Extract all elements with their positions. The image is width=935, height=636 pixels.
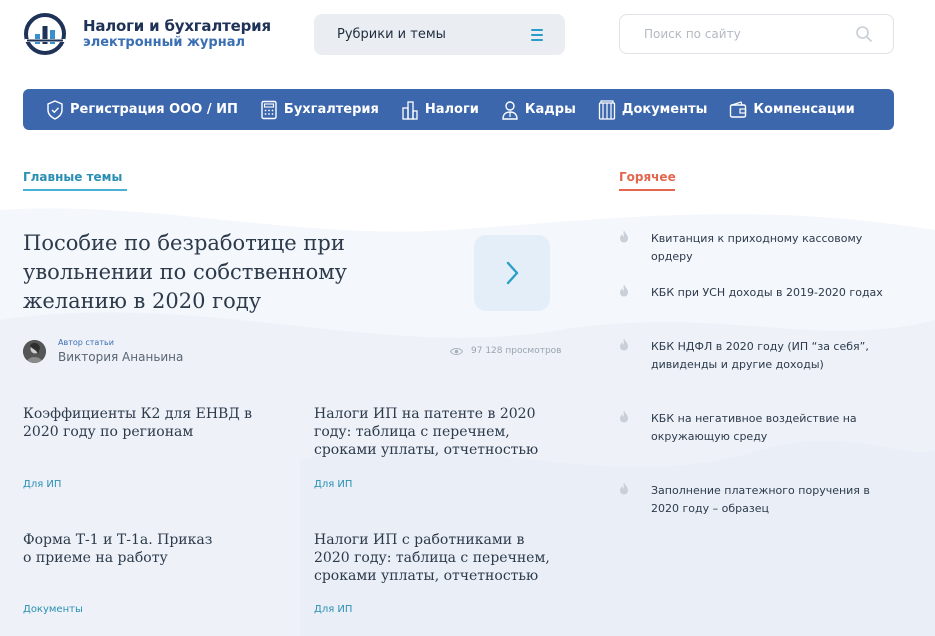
article-card-tag[interactable]: Для ИП: [23, 479, 61, 490]
hot-heading: Горячее: [619, 170, 676, 191]
featured-article-title[interactable]: Пособие по безработице при увольнении по…: [23, 229, 443, 316]
article-card-title[interactable]: Коэффициенты К2 для ЕНВД в 2020 году по …: [23, 405, 263, 441]
nav-item-label: Бухгалтерия: [283, 102, 379, 117]
search-input[interactable]: [644, 27, 855, 41]
flame-icon: [620, 482, 628, 495]
hot-list-item[interactable]: КБК НДФЛ в 2020 году (ИП “за себя”, диви…: [619, 338, 899, 374]
flame-icon: [620, 284, 628, 297]
nav-item-label: Кадры: [524, 102, 576, 117]
flame-icon: [620, 410, 628, 423]
nav-item-personnel[interactable]: Кадры: [501, 100, 576, 120]
person-icon: [502, 100, 518, 120]
hot-list-item[interactable]: КБК при УСН доходы в 2019-2020 годах: [619, 284, 899, 302]
author-name[interactable]: Виктория Ананьина: [58, 350, 183, 364]
main-navigation: Регистрация ООО / ИП Бухгалтерия Налоги …: [23, 89, 894, 130]
hot-item-label: КБК при УСН доходы в 2019-2020 годах: [651, 286, 883, 299]
article-card-tag[interactable]: Документы: [23, 604, 83, 615]
hot-item-label: КБК на негативное воздействие на окружаю…: [651, 412, 857, 443]
nav-item-label: Компенсации: [753, 102, 855, 117]
author-caption: Автор статьи: [58, 338, 114, 347]
nav-item-label: Регистрация ООО / ИП: [70, 102, 238, 117]
article-card-tag[interactable]: Для ИП: [314, 479, 352, 490]
article-card-title[interactable]: Форма Т-1 и Т-1а. Приказ о приеме на раб…: [23, 531, 223, 567]
logo-subtitle: электронный журнал: [83, 35, 245, 50]
calculator-icon: [261, 100, 277, 119]
nav-item-documents[interactable]: Документы: [598, 99, 708, 120]
logo-icon: [24, 13, 66, 55]
menu-icon: [531, 28, 543, 41]
search-box: [619, 14, 894, 54]
chevron-right-icon: [506, 261, 519, 285]
nav-item-accounting[interactable]: Бухгалтерия: [260, 100, 379, 120]
nav-item-label: Документы: [621, 102, 708, 117]
next-article-button[interactable]: [474, 235, 550, 311]
documents-icon: [598, 99, 616, 120]
hot-item-label: КБК НДФЛ в 2020 году (ИП “за себя”, диви…: [651, 340, 869, 371]
main-topics-heading: Главные темы: [23, 170, 127, 191]
article-card-title[interactable]: Налоги ИП с работниками в 2020 году: таб…: [314, 531, 554, 585]
hot-list-item[interactable]: Заполнение платежного поручения в 2020 г…: [619, 482, 899, 518]
flame-icon: [620, 230, 628, 243]
avatar: [23, 340, 46, 363]
nav-item-registration[interactable]: Регистрация ООО / ИП: [46, 99, 238, 120]
article-card-title[interactable]: Налоги ИП на патенте в 2020 году: таблиц…: [314, 405, 539, 459]
rubrics-menu-button[interactable]: Рубрики и темы: [314, 14, 565, 55]
hot-list-item[interactable]: Квитанция к приходному кассовому ордеру: [619, 230, 899, 266]
nav-item-label: Налоги: [424, 102, 479, 117]
views-count: 97 128 просмотров: [471, 346, 562, 356]
nav-item-compensation[interactable]: Компенсации: [729, 100, 855, 120]
nav-item-taxes[interactable]: Налоги: [401, 100, 479, 120]
article-card-tag[interactable]: Для ИП: [314, 604, 352, 615]
rubrics-label: Рубрики и темы: [337, 27, 446, 42]
flame-icon: [620, 338, 628, 351]
wallet-icon: [730, 100, 747, 118]
site-logo[interactable]: Налоги и бухгалтерия электронный журнал: [23, 12, 271, 56]
buildings-icon: [402, 100, 418, 120]
eye-icon: [450, 347, 463, 355]
hot-item-label: Заполнение платежного поручения в 2020 г…: [651, 484, 870, 515]
hot-list-item[interactable]: КБК на негативное воздействие на окружаю…: [619, 410, 899, 446]
logo-title: Налоги и бухгалтерия: [83, 17, 271, 35]
search-icon[interactable]: [855, 25, 873, 43]
views-counter: 97 128 просмотров: [450, 346, 561, 356]
shield-icon: [47, 99, 63, 120]
hot-item-label: Квитанция к приходному кассовому ордеру: [651, 232, 863, 263]
